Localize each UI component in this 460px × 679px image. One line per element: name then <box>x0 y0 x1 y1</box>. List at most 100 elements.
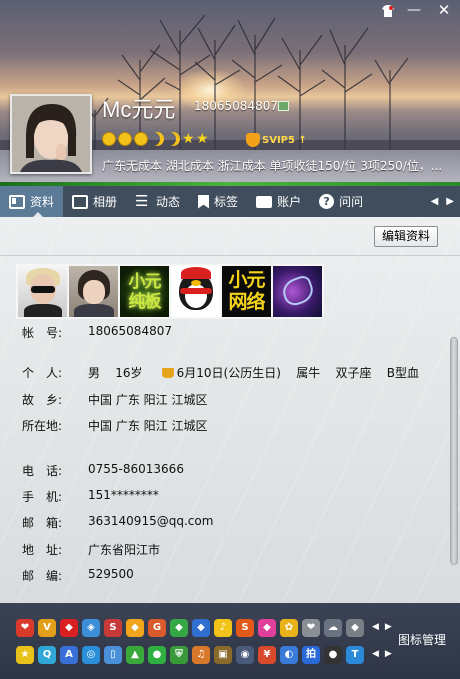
tab-label: 账户 <box>277 195 302 209</box>
icon-glyph: ✿ <box>284 622 294 633</box>
box-icon[interactable]: ▣ <box>214 646 232 664</box>
mobile-qq-icon[interactable]: ▯ <box>104 646 122 664</box>
tab-bar: 资料 相册 动态 标签 账户 ? 问问 ◀ ▶ <box>0 186 460 218</box>
speed-icon[interactable]: ▲ <box>126 646 144 664</box>
edit-profile-button[interactable]: 编辑资料 <box>373 226 438 247</box>
penguin-icon[interactable]: ● <box>324 646 342 664</box>
qq-pet-icon[interactable]: ✿ <box>280 619 298 637</box>
qq-show-icon[interactable]: S <box>104 619 122 637</box>
signature-text[interactable]: 广东无成本 湖北成本 浙江成本 单项收徒150/位 3项250/位，... <box>102 157 460 174</box>
svip-badge[interactable]: SVIP5 ↑ <box>246 133 307 147</box>
game-diamond-icon[interactable]: G <box>148 619 166 637</box>
chevron-left-icon[interactable]: ◀ <box>372 649 379 659</box>
field-label: 所在地: <box>22 419 63 433</box>
field-label: 电 话: <box>22 464 63 478</box>
icon-row-2: ★ Q A ◎ ▯ ▲ ● ⛨ ♫ ▣ ◉ ¥ ◐ 拍 ● T <box>16 646 364 664</box>
cloud-icon[interactable]: ☁ <box>324 619 342 637</box>
green-diamond-icon[interactable]: ◆ <box>170 619 188 637</box>
qq-game-icon[interactable]: Q <box>38 646 56 664</box>
icon-glyph: V <box>43 622 51 633</box>
super-vip-icon[interactable]: S <box>236 619 254 637</box>
red-diamond-icon[interactable]: ◆ <box>60 619 78 637</box>
tab-account[interactable]: 账户 <box>247 186 310 217</box>
shield-icon[interactable]: ⛨ <box>170 646 188 664</box>
scrollbar[interactable] <box>448 259 460 599</box>
zodiac: 属牛 <box>296 366 321 380</box>
sun-icon <box>102 132 116 146</box>
chevron-left-icon[interactable]: ◀ <box>372 622 379 632</box>
camera-icon[interactable]: ◐ <box>280 646 298 664</box>
icon-glyph: ¥ <box>263 649 271 660</box>
chevron-left-icon[interactable]: ◀ <box>431 196 439 207</box>
location-value: 中国 广东 阳江 江城区 <box>88 419 208 433</box>
qq-level-icons[interactable]: ★ ★ <box>102 131 209 147</box>
moon-icon <box>166 132 180 146</box>
icon-glyph: A <box>65 649 73 660</box>
question-icon: ? <box>319 194 335 209</box>
icon-glyph: ♪ <box>219 622 227 633</box>
qzone-icon[interactable]: ◎ <box>82 646 100 664</box>
star-icon[interactable]: ★ <box>16 646 34 664</box>
yellow-diamond-icon[interactable]: ◆ <box>126 619 144 637</box>
chevron-right-icon[interactable]: ▶ <box>385 622 392 632</box>
music-icon[interactable]: ♫ <box>192 646 210 664</box>
photo-thumbnail[interactable] <box>18 266 67 317</box>
app-icon[interactable]: A <box>60 646 78 664</box>
wallet-icon[interactable]: ¥ <box>258 646 276 664</box>
qq-number: 18065084807 <box>194 99 278 113</box>
tab-album[interactable]: 相册 <box>63 186 126 217</box>
field-label: 故 乡: <box>22 393 63 407</box>
address-value: 广东省阳江市 <box>88 543 161 557</box>
field-label: 帐 号: <box>22 326 63 340</box>
tab-feed[interactable]: 动态 <box>126 186 189 217</box>
chevron-right-icon[interactable]: ▶ <box>446 196 454 207</box>
eye-icon[interactable]: ◉ <box>236 646 254 664</box>
tab-tags[interactable]: 标签 <box>189 186 247 217</box>
minimize-button[interactable]: — <box>400 0 428 22</box>
birthday-crown-icon <box>161 368 174 378</box>
avatar[interactable] <box>10 94 92 174</box>
grey-heart-icon[interactable]: ❤ <box>302 619 320 637</box>
close-button[interactable]: ✕ <box>428 0 460 22</box>
profile-header: — ✕ Mc元元 18065084807 ★ ★ SVIP5 ↑ 广东无成本 湖… <box>0 0 460 186</box>
icon-glyph: ● <box>328 649 338 660</box>
grey-diamond-icon[interactable]: ◆ <box>346 619 364 637</box>
pink-diamond-icon[interactable]: ◆ <box>258 619 276 637</box>
chat-bubble-icon[interactable]: ● <box>148 646 166 664</box>
scrollbar-thumb[interactable] <box>450 337 458 565</box>
security-icon[interactable]: T <box>346 646 364 664</box>
blue-diamond-icon[interactable]: ◆ <box>192 619 210 637</box>
heart-gift-icon[interactable]: ❤ <box>16 619 34 637</box>
icon-glyph: ▲ <box>131 649 139 660</box>
age: 16岁 <box>115 366 143 380</box>
photo-thumbnail[interactable] <box>273 266 322 317</box>
icon-glyph: ◆ <box>351 622 359 633</box>
icon-glyph: ⛨ <box>175 649 183 660</box>
chevron-right-icon[interactable]: ▶ <box>385 649 392 659</box>
email-value[interactable]: 363140915@qq.com <box>88 514 213 528</box>
hometown-value: 中国 广东 阳江 江城区 <box>88 393 208 407</box>
game-icon[interactable]: ◈ <box>82 619 100 637</box>
photo-thumbnail[interactable]: 小元 网络 <box>222 266 271 317</box>
tab-profile[interactable]: 资料 <box>0 186 64 218</box>
qq-music-icon[interactable]: ♪ <box>214 619 232 637</box>
personal-value: 男 16岁 6月10日(公历生日) 属牛 双子座 B型血 <box>88 364 419 381</box>
phone-value: 0755-86013666 <box>88 462 184 476</box>
icon-glyph: G <box>152 622 162 633</box>
tab-scroll-arrows: ◀ ▶ <box>431 196 460 207</box>
photo-thumbnail[interactable]: 小元 纯板 <box>120 266 169 317</box>
icon-manage-link[interactable]: 图标管理 <box>398 631 446 648</box>
tab-label: 问问 <box>339 195 364 209</box>
paipai-icon[interactable]: 拍 <box>302 646 320 664</box>
feed-list-icon <box>135 192 151 210</box>
skin-icon[interactable] <box>376 0 400 22</box>
mobile-value: 151******** <box>88 488 159 502</box>
photo-thumbnail[interactable] <box>171 266 220 317</box>
vip-icon[interactable]: V <box>38 619 56 637</box>
photo-thumbnail[interactable] <box>69 266 118 317</box>
tab-wenwen[interactable]: ? 问问 <box>310 186 372 217</box>
crown-icon <box>246 133 260 147</box>
field-label: 地 址: <box>22 543 63 557</box>
icon-row-2-arrows: ◀ ▶ <box>372 649 392 659</box>
star-icon: ★ <box>182 131 195 147</box>
